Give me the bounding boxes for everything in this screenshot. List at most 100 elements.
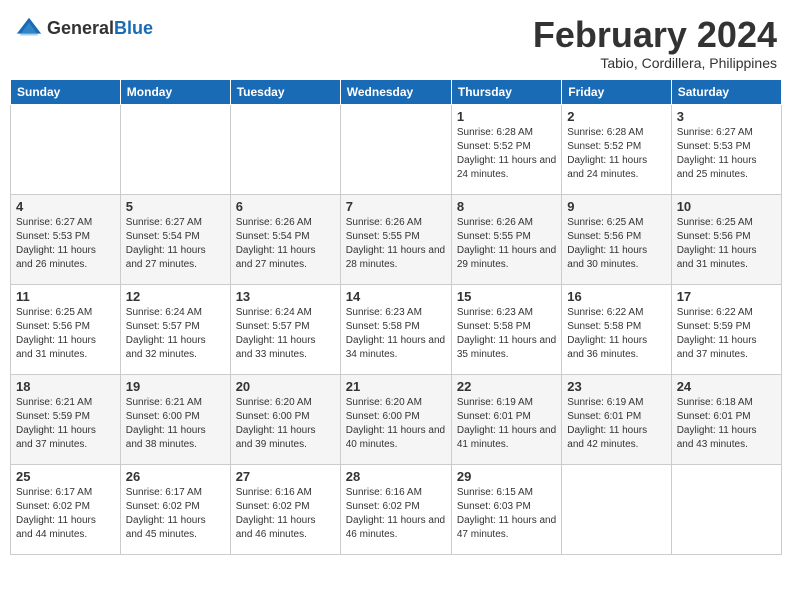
day-info: Sunrise: 6:17 AMSunset: 6:02 PMDaylight:… [16,486,115,542]
calendar-cell: 17 Sunrise: 6:22 AMSunset: 5:59 PMDayligh… [671,284,781,374]
page-header: GeneralBlue February 2024 Tabio, Cordill… [10,10,782,71]
logo: GeneralBlue [15,15,153,43]
calendar-cell: 6 Sunrise: 6:26 AMSunset: 5:54 PMDaylight… [230,194,340,284]
day-info: Sunrise: 6:27 AMSunset: 5:53 PMDaylight:… [677,126,776,182]
day-info: Sunrise: 6:24 AMSunset: 5:57 PMDaylight:… [126,306,225,362]
day-info: Sunrise: 6:19 AMSunset: 6:01 PMDaylight:… [457,396,556,452]
day-number: 7 [346,199,446,214]
day-number: 11 [16,289,115,304]
week-row-2: 4 Sunrise: 6:27 AMSunset: 5:53 PMDaylight… [11,194,782,284]
day-info: Sunrise: 6:22 AMSunset: 5:58 PMDaylight:… [567,306,665,362]
day-number: 10 [677,199,776,214]
day-number: 15 [457,289,556,304]
calendar-cell [340,104,451,194]
calendar-cell: 16 Sunrise: 6:22 AMSunset: 5:58 PMDayligh… [562,284,671,374]
day-info: Sunrise: 6:25 AMSunset: 5:56 PMDaylight:… [677,216,776,272]
day-number: 22 [457,379,556,394]
day-info: Sunrise: 6:25 AMSunset: 5:56 PMDaylight:… [16,306,115,362]
day-header-tuesday: Tuesday [230,79,340,104]
day-number: 27 [236,469,335,484]
day-header-monday: Monday [120,79,230,104]
day-info: Sunrise: 6:18 AMSunset: 6:01 PMDaylight:… [677,396,776,452]
day-number: 8 [457,199,556,214]
day-info: Sunrise: 6:24 AMSunset: 5:57 PMDaylight:… [236,306,335,362]
title-block: February 2024 Tabio, Cordillera, Philipp… [533,15,777,71]
day-number: 16 [567,289,665,304]
day-number: 12 [126,289,225,304]
day-number: 29 [457,469,556,484]
day-number: 3 [677,109,776,124]
days-header-row: SundayMondayTuesdayWednesdayThursdayFrid… [11,79,782,104]
calendar-cell: 5Sunrise: 6:27 AMSunset: 5:54 PMDaylight… [120,194,230,284]
day-info: Sunrise: 6:21 AMSunset: 6:00 PMDaylight:… [126,396,225,452]
day-info: Sunrise: 6:26 AMSunset: 5:55 PMDaylight:… [346,216,446,272]
day-number: 20 [236,379,335,394]
location: Tabio, Cordillera, Philippines [533,55,777,71]
day-number: 4 [16,199,115,214]
week-row-3: 11 Sunrise: 6:25 AMSunset: 5:56 PMDayligh… [11,284,782,374]
calendar-cell: 10 Sunrise: 6:25 AMSunset: 5:56 PMDayligh… [671,194,781,284]
day-info: Sunrise: 6:28 AMSunset: 5:52 PMDaylight:… [567,126,665,182]
day-number: 14 [346,289,446,304]
calendar-cell: 9 Sunrise: 6:25 AMSunset: 5:56 PMDaylight… [562,194,671,284]
calendar-cell: 28 Sunrise: 6:16 AMSunset: 6:02 PMDayligh… [340,464,451,554]
calendar-cell: 1 Sunrise: 6:28 AMSunset: 5:52 PMDaylight… [451,104,561,194]
day-info: Sunrise: 6:16 AMSunset: 6:02 PMDaylight:… [346,486,446,542]
calendar-cell: 13Sunrise: 6:24 AMSunset: 5:57 PMDayligh… [230,284,340,374]
calendar-cell [671,464,781,554]
calendar-cell [230,104,340,194]
day-number: 6 [236,199,335,214]
day-info: Sunrise: 6:26 AMSunset: 5:54 PMDaylight:… [236,216,335,272]
calendar-cell: 26 Sunrise: 6:17 AMSunset: 6:02 PMDayligh… [120,464,230,554]
day-header-saturday: Saturday [671,79,781,104]
calendar-cell: 8 Sunrise: 6:26 AMSunset: 5:55 PMDaylight… [451,194,561,284]
calendar-cell: 23 Sunrise: 6:19 AMSunset: 6:01 PMDayligh… [562,374,671,464]
day-number: 21 [346,379,446,394]
day-number: 17 [677,289,776,304]
day-info: Sunrise: 6:28 AMSunset: 5:52 PMDaylight:… [457,126,556,182]
day-number: 1 [457,109,556,124]
day-info: Sunrise: 6:25 AMSunset: 5:56 PMDaylight:… [567,216,665,272]
day-info: Sunrise: 6:20 AMSunset: 6:00 PMDaylight:… [236,396,335,452]
calendar-cell: 15Sunrise: 6:23 AMSunset: 5:58 PMDayligh… [451,284,561,374]
day-number: 24 [677,379,776,394]
calendar-cell: 22 Sunrise: 6:19 AMSunset: 6:01 PMDayligh… [451,374,561,464]
day-number: 5 [126,199,225,214]
calendar-table: SundayMondayTuesdayWednesdayThursdayFrid… [10,79,782,555]
logo-general-text: General [47,18,114,38]
calendar-cell: 18Sunrise: 6:21 AMSunset: 5:59 PMDayligh… [11,374,121,464]
day-number: 19 [126,379,225,394]
day-info: Sunrise: 6:17 AMSunset: 6:02 PMDaylight:… [126,486,225,542]
week-row-5: 25Sunrise: 6:17 AMSunset: 6:02 PMDayligh… [11,464,782,554]
calendar-cell: 4 Sunrise: 6:27 AMSunset: 5:53 PMDaylight… [11,194,121,284]
day-header-friday: Friday [562,79,671,104]
calendar-cell: 7 Sunrise: 6:26 AMSunset: 5:55 PMDaylight… [340,194,451,284]
calendar-cell: 2 Sunrise: 6:28 AMSunset: 5:52 PMDaylight… [562,104,671,194]
day-info: Sunrise: 6:26 AMSunset: 5:55 PMDaylight:… [457,216,556,272]
calendar-cell [562,464,671,554]
day-number: 9 [567,199,665,214]
day-info: Sunrise: 6:20 AMSunset: 6:00 PMDaylight:… [346,396,446,452]
day-number: 2 [567,109,665,124]
calendar-cell: 27 Sunrise: 6:16 AMSunset: 6:02 PMDayligh… [230,464,340,554]
day-info: Sunrise: 6:19 AMSunset: 6:01 PMDaylight:… [567,396,665,452]
week-row-1: 1 Sunrise: 6:28 AMSunset: 5:52 PMDaylight… [11,104,782,194]
day-info: Sunrise: 6:27 AMSunset: 5:53 PMDaylight:… [16,216,115,272]
calendar-cell: 24 Sunrise: 6:18 AMSunset: 6:01 PMDayligh… [671,374,781,464]
day-header-thursday: Thursday [451,79,561,104]
day-info: Sunrise: 6:23 AMSunset: 5:58 PMDaylight:… [346,306,446,362]
calendar-cell [11,104,121,194]
month-title: February 2024 [533,15,777,55]
day-number: 23 [567,379,665,394]
day-number: 26 [126,469,225,484]
day-header-wednesday: Wednesday [340,79,451,104]
day-info: Sunrise: 6:15 AMSunset: 6:03 PMDaylight:… [457,486,556,542]
day-number: 28 [346,469,446,484]
calendar-cell: 12 Sunrise: 6:24 AMSunset: 5:57 PMDayligh… [120,284,230,374]
calendar-cell: 14 Sunrise: 6:23 AMSunset: 5:58 PMDayligh… [340,284,451,374]
calendar-cell: 3 Sunrise: 6:27 AMSunset: 5:53 PMDaylight… [671,104,781,194]
day-info: Sunrise: 6:16 AMSunset: 6:02 PMDaylight:… [236,486,335,542]
day-info: Sunrise: 6:22 AMSunset: 5:59 PMDaylight:… [677,306,776,362]
calendar-cell: 11 Sunrise: 6:25 AMSunset: 5:56 PMDayligh… [11,284,121,374]
logo-blue-text: Blue [114,18,153,38]
